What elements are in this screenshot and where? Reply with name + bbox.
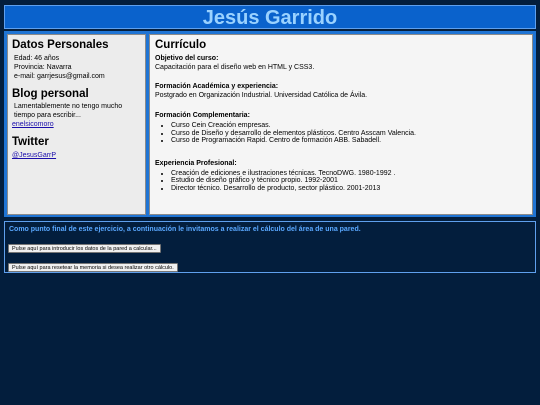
reset-memory-button[interactable]: Pulse aquí para resetear la memoria si d… — [8, 263, 178, 272]
complementary-list: Curso Cein Creación empresas. Curso de D… — [155, 122, 527, 145]
academic-label: Formación Académica y experiencia: — [155, 83, 279, 90]
twitter-link[interactable]: @JesusGarrP — [12, 151, 141, 160]
blog-description: Lamentablemente no tengo mucho tiempo pa… — [14, 103, 123, 119]
blog-heading: Blog personal — [12, 88, 89, 100]
list-item: Curso de Diseño y desarrollo de elemento… — [171, 130, 527, 138]
exercise-panel: Como punto final de este ejercicio, a co… — [4, 221, 536, 273]
experience-list: Creación de ediciones e ilustraciones té… — [155, 170, 527, 193]
enter-wall-data-button[interactable]: Pulse aquí para introducir los datos de … — [8, 244, 161, 253]
personal-data-heading: Datos Personales — [12, 39, 109, 51]
province-text: Provincia: Navarra — [14, 64, 72, 71]
twitter-heading: Twitter — [12, 136, 49, 148]
complementary-label: Formación Complementaria: — [155, 112, 250, 119]
page-header: Jesús Garrido — [4, 5, 536, 29]
list-item: Creación de ediciones e ilustraciones té… — [171, 170, 527, 178]
age-text: Edad: 46 años — [14, 55, 60, 62]
objective-label: Objetivo del curso: — [155, 55, 219, 62]
exercise-intro: Como punto final de este ejercicio, a co… — [9, 226, 361, 233]
page-title: Jesús Garrido — [202, 7, 338, 29]
list-item: Curso Cein Creación empresas. — [171, 122, 527, 130]
email-text: e-mail: garrjesus@gmail.com — [14, 73, 105, 80]
curriculum-heading: Currículo — [155, 39, 207, 51]
curriculum-panel: Currículo Objetivo del curso: Capacitaci… — [149, 34, 533, 215]
sidebar: Datos Personales Edad: 46 años Provincia… — [7, 34, 146, 215]
list-item: Estudio de diseño gráfico y técnico prop… — [171, 177, 527, 185]
objective-text: Capacitación para el diseño web en HTML … — [155, 64, 315, 71]
list-item: Curso de Programación Rapid. Centro de f… — [171, 137, 527, 145]
content-frame: Datos Personales Edad: 46 años Provincia… — [4, 31, 536, 217]
blog-link[interactable]: enelsicomoro — [12, 120, 141, 129]
experience-label: Experiencia Profesional: — [155, 159, 237, 167]
list-item: Director técnico. Desarrollo de producto… — [171, 185, 527, 193]
academic-text: Postgrado en Organización Industrial. Un… — [155, 92, 368, 99]
